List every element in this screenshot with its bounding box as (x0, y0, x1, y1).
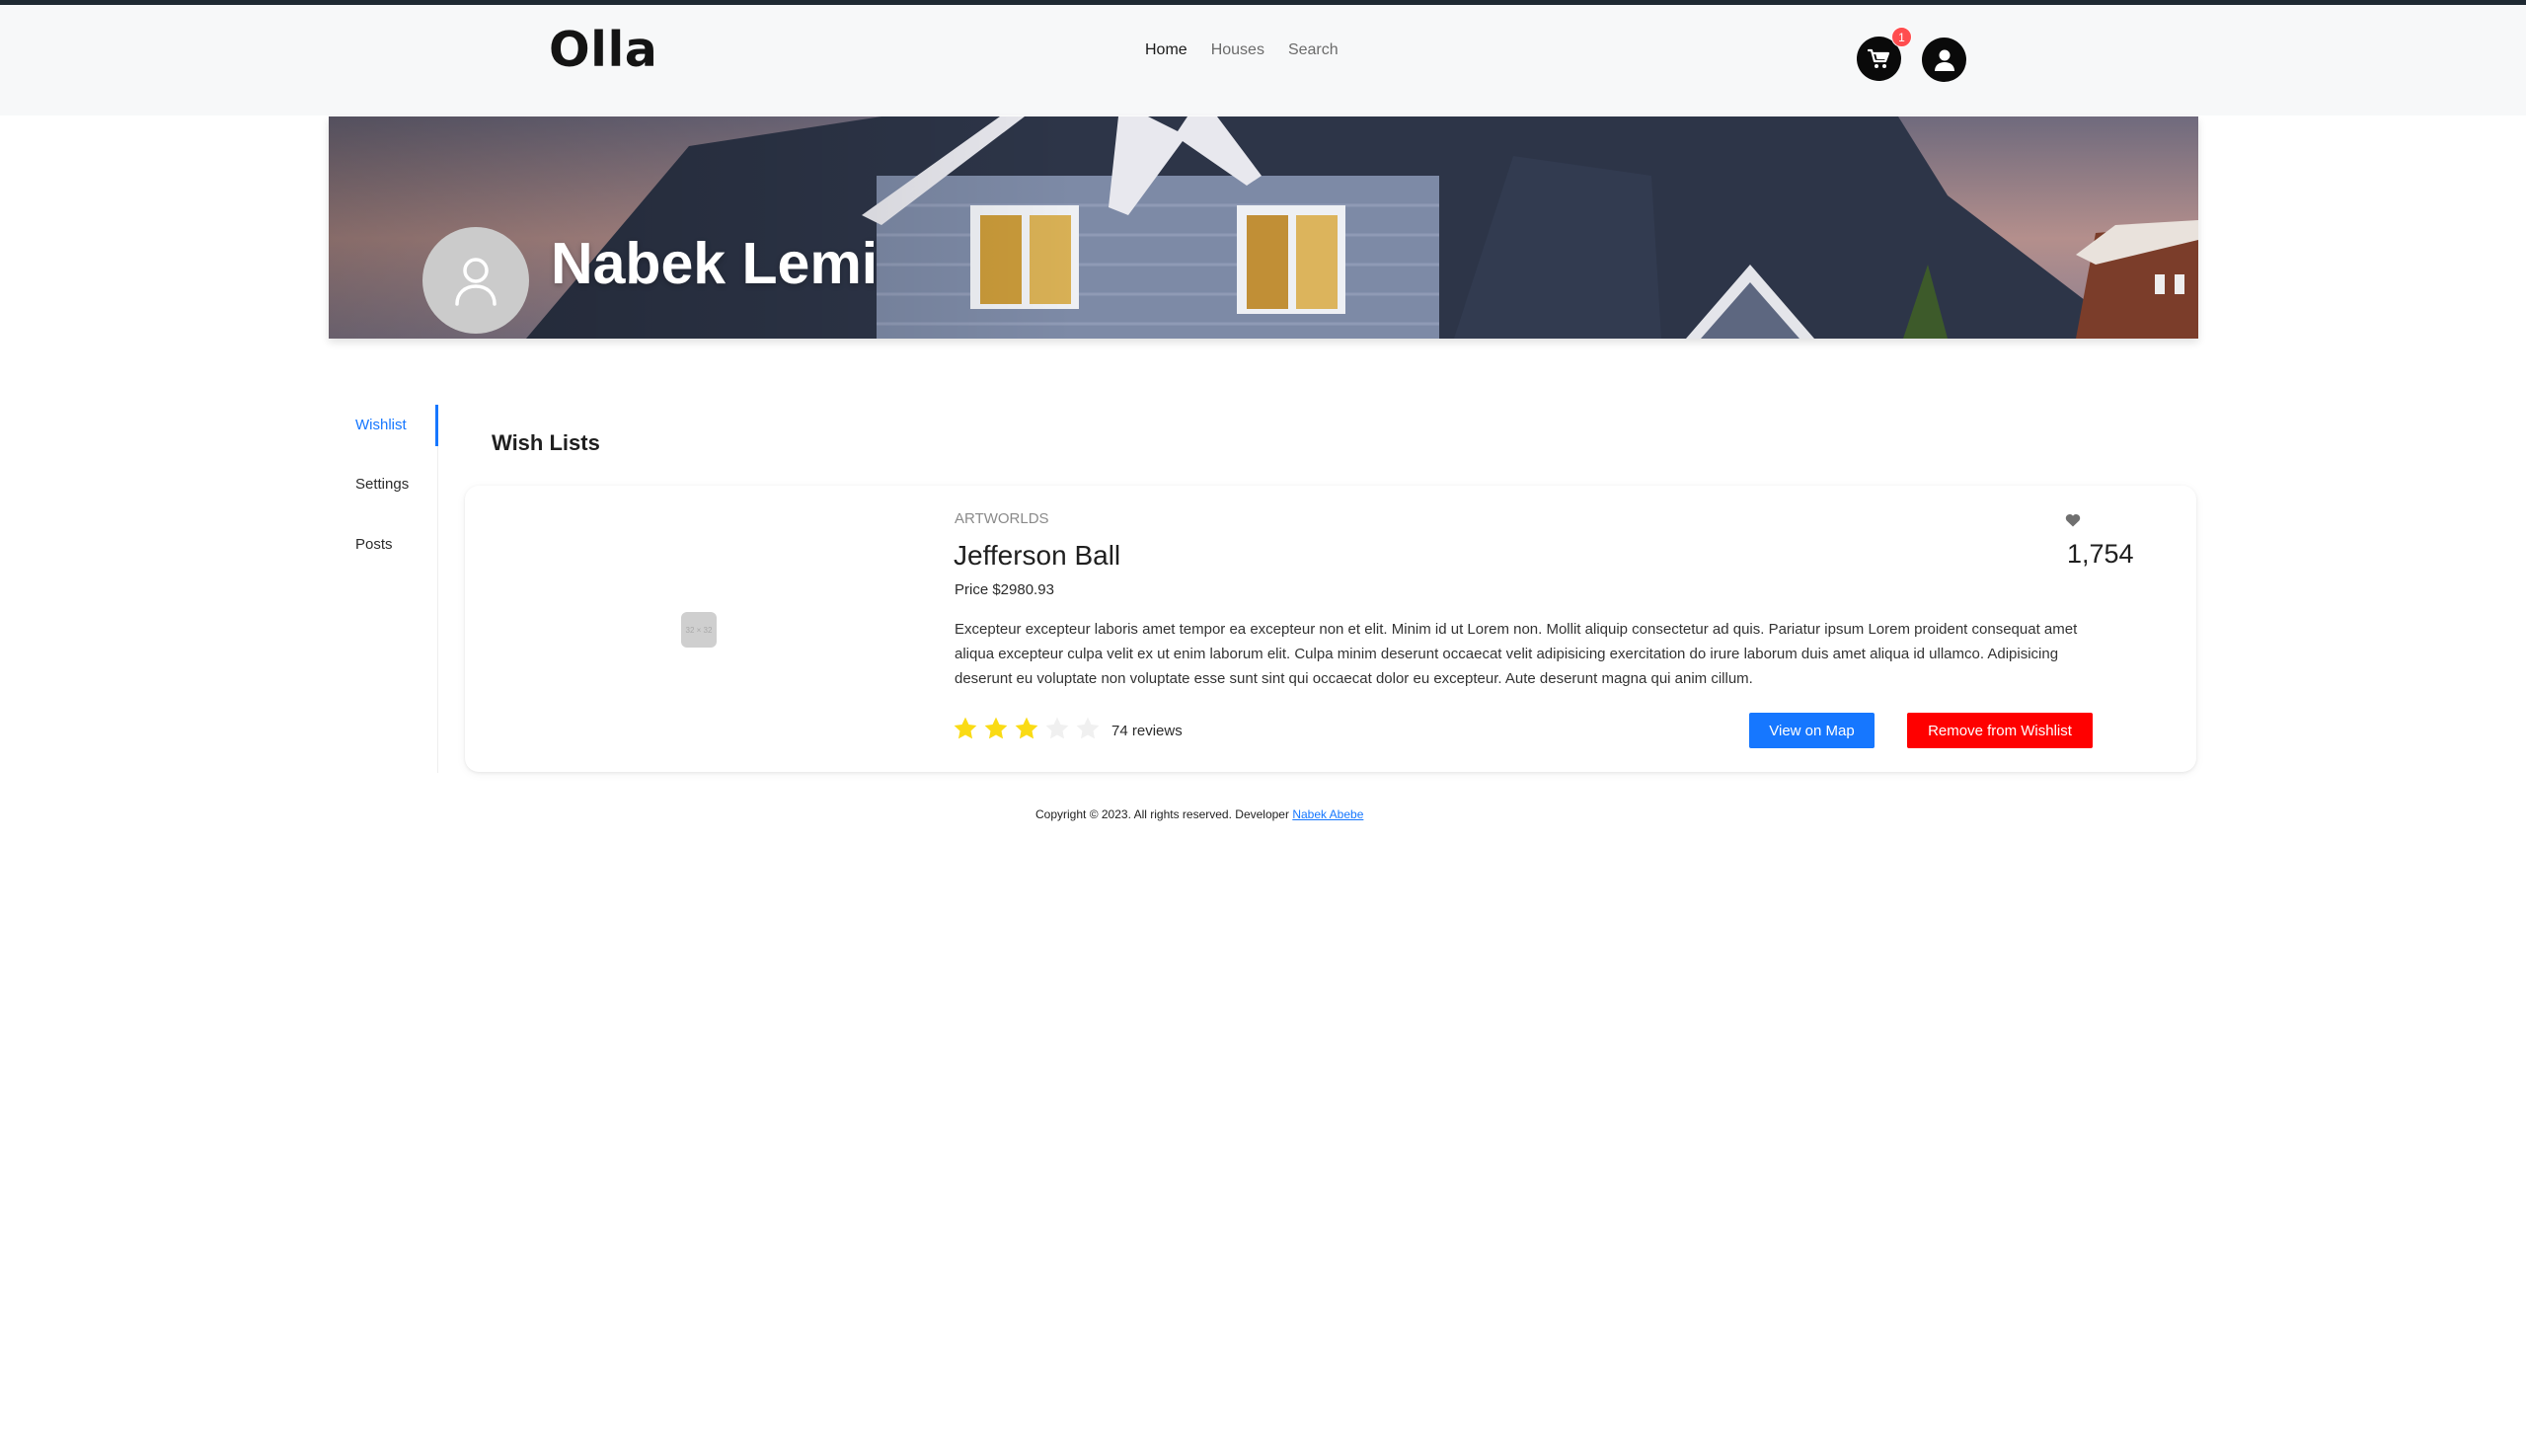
user-outline-icon (455, 258, 497, 306)
nav-houses[interactable]: Houses (1211, 41, 1264, 59)
like-button[interactable] (2065, 513, 2081, 532)
profile-banner (329, 116, 2198, 339)
item-price: Price $2980.93 (955, 581, 1054, 598)
rating-stars[interactable] (953, 716, 1106, 741)
navbar (0, 5, 2526, 115)
cart-icon (1867, 48, 1889, 68)
sidebar-item-posts[interactable]: Posts (355, 536, 393, 553)
nav-home[interactable]: Home (1145, 41, 1187, 59)
view-on-map-button[interactable]: View on Map (1749, 713, 1875, 748)
logo[interactable]: Olla (549, 22, 657, 78)
item-image-placeholder: 32 × 32 (681, 612, 717, 648)
review-count: 74 reviews (1111, 723, 1183, 739)
nav-search[interactable]: Search (1288, 41, 1339, 59)
item-brand: ARTWORLDS (955, 510, 1049, 527)
star-icon[interactable] (1044, 716, 1070, 741)
item-title[interactable]: Jefferson Ball (954, 540, 1120, 572)
sidebar-item-wishlist[interactable]: Wishlist (355, 417, 407, 433)
cart-count-badge: 1 (1891, 27, 1912, 47)
developer-link[interactable]: Nabek Abebe (1292, 807, 1363, 821)
star-icon[interactable] (953, 716, 978, 741)
star-icon[interactable] (1075, 716, 1101, 741)
profile-name: Nabek Lemi (551, 231, 879, 296)
item-description: Excepteur excepteur laboris amet tempor … (955, 621, 2078, 687)
remove-from-wishlist-button[interactable]: Remove from Wishlist (1907, 713, 2093, 748)
footer: Copyright © 2023. All rights reserved. D… (1035, 807, 1363, 821)
section-title: Wish Lists (492, 430, 600, 455)
star-icon[interactable] (1014, 716, 1039, 741)
user-menu-button[interactable] (1922, 38, 1966, 82)
profile-side-menu: Wishlist Settings Posts (329, 405, 438, 773)
main-nav: Home Houses Search (1145, 41, 1362, 59)
sidebar-item-settings[interactable]: Settings (355, 476, 409, 493)
heart-icon (2065, 514, 2081, 527)
profile-avatar (422, 227, 529, 334)
like-count: 1,754 (2067, 539, 2134, 569)
active-indicator (435, 405, 438, 446)
star-icon[interactable] (983, 716, 1009, 741)
user-icon (1934, 49, 1954, 71)
footer-text: Copyright © 2023. All rights reserved. D… (1035, 807, 1289, 821)
